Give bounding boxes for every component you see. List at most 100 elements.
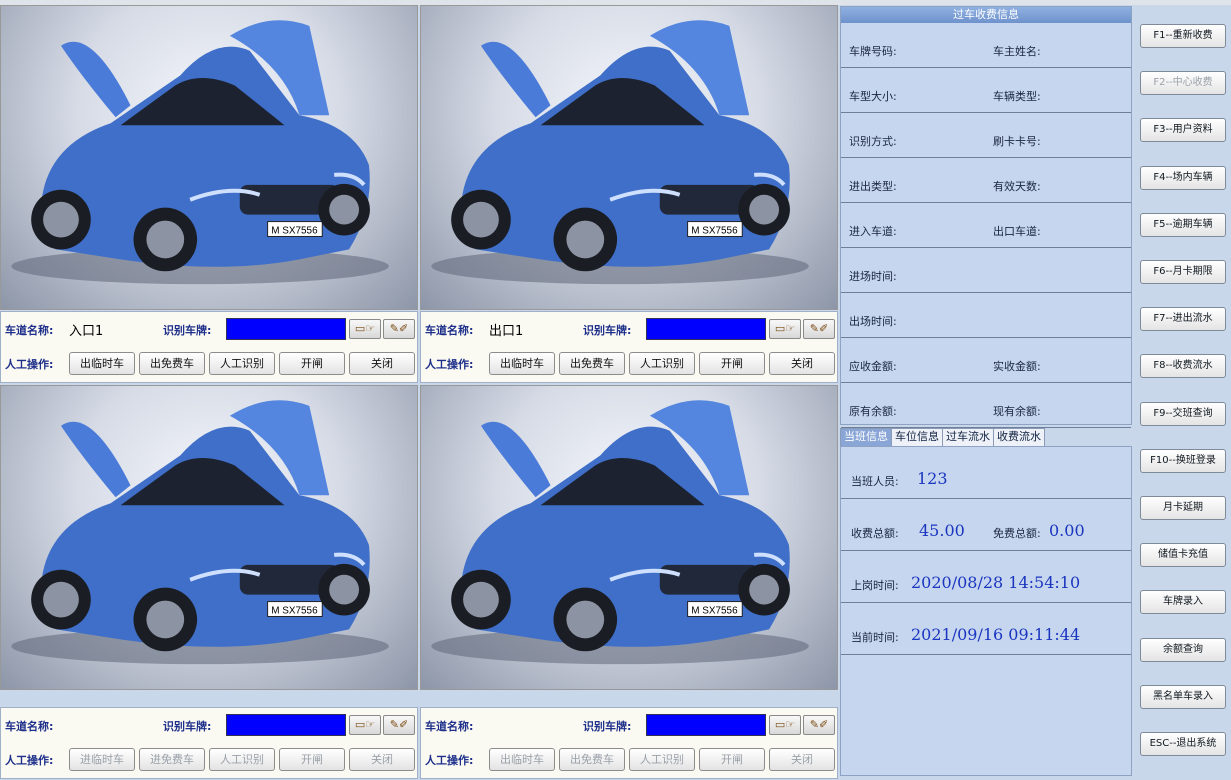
lane-name-label: 车道名称: <box>425 720 474 733</box>
side-button-4[interactable]: F4--场内车辆 <box>1140 165 1226 190</box>
manual-op-row: 人工操作: 进临时车 进免费车 人工识别 开闸 关闭 <box>1 746 417 774</box>
lane-info-row: 车道名称: 识别车牌: ▭☞ ✎✐ <box>421 712 837 740</box>
side-button-6[interactable]: F6--月卡期限 <box>1140 260 1226 284</box>
operator-value: 123 <box>917 469 948 488</box>
car-image: M SX7556 <box>431 400 809 665</box>
op-button-1[interactable]: 进临时车 <box>69 748 135 771</box>
tab-1[interactable]: 当班信息 <box>840 428 892 446</box>
side-button-2[interactable]: F2--中心收费 <box>1140 71 1226 96</box>
login-time-value: 2020/08/28 14:54:10 <box>911 573 1081 592</box>
side-button-1[interactable]: F1--重新收费 <box>1140 24 1226 48</box>
function-sidebar: F1--重新收费 F2--中心收费 F3--用户资料 F4--场内车辆 F5--逾期车辆… <box>1134 6 1231 776</box>
side-button-8[interactable]: F8--收费流水 <box>1140 354 1226 379</box>
op-button-2[interactable]: 进免费车 <box>139 748 205 771</box>
free-value: 0.00 <box>1049 521 1085 540</box>
info-panel-title: 过车收费信息 <box>841 7 1131 23</box>
info-field-label: 车型大小: <box>849 90 897 103</box>
side-button-11[interactable]: 月卡延期 <box>1140 496 1226 520</box>
passing-fee-info-panel: 过车收费信息 车牌号码: 车主姓名: 车型大小: 车辆类型: 识别方式: 刷卡卡号:… <box>840 6 1132 428</box>
tab-4[interactable]: 收费流水 <box>993 428 1045 446</box>
operator-row: 当班人员: 123 <box>841 447 1131 499</box>
svg-text:M SX7556: M SX7556 <box>691 225 738 236</box>
manual-op-row: 人工操作: 出临时车 出免费车 人工识别 开闸 关闭 <box>421 746 837 774</box>
info-tabs: 当班信息 车位信息 过车流水 收费流水 <box>840 428 1132 446</box>
camera-view-lane-3: M SX7556 <box>0 385 418 690</box>
lane-panel-2: 车道名称: 出口1 识别车牌: ▭☞ ✎✐ 人工操作: 出临时车 出免费车 人工识别… <box>420 311 838 383</box>
op-button-5[interactable]: 关闭 <box>349 748 415 771</box>
op-button-4[interactable]: 开闸 <box>279 748 345 771</box>
side-button-15[interactable]: 黑名单车录入 <box>1140 684 1226 709</box>
tab-2[interactable]: 车位信息 <box>891 428 943 446</box>
side-button-14[interactable]: 余额查询 <box>1140 637 1226 662</box>
info-field-label: 识别方式: <box>849 135 897 148</box>
op-button-5[interactable]: 关闭 <box>349 352 415 375</box>
car-image: M SX7556 <box>431 20 809 285</box>
capture-icon[interactable]: ▭☞ <box>349 715 381 735</box>
side-button-5[interactable]: F5--逾期车辆 <box>1140 212 1226 237</box>
op-button-4[interactable]: 开闸 <box>699 748 765 771</box>
info-field-label: 出口车道: <box>993 225 1041 238</box>
edit-plate-icon[interactable]: ✎✐ <box>383 319 415 339</box>
info-row: 原有余额: 现有余额: <box>841 383 1131 428</box>
plate-display <box>226 318 346 340</box>
side-button-9[interactable]: F9--交班查询 <box>1140 401 1226 426</box>
info-row: 进场时间: <box>841 248 1131 293</box>
lane-name-value: 出口1 <box>489 324 524 339</box>
op-button-1[interactable]: 出临时车 <box>69 352 135 375</box>
lane-panel-4: 车道名称: 识别车牌: ▭☞ ✎✐ 人工操作: 出临时车 出免费车 人工识别 开闸 关闭 <box>420 707 838 779</box>
op-button-4[interactable]: 开闸 <box>699 352 765 375</box>
side-button-13[interactable]: 车牌录入 <box>1140 590 1226 615</box>
info-row: 进出类型: 有效天数: <box>841 158 1131 203</box>
op-button-2[interactable]: 出免费车 <box>139 352 205 375</box>
manual-op-label: 人工操作: <box>5 754 54 767</box>
lane-name-label: 车道名称: <box>425 324 474 337</box>
side-button-10[interactable]: F10--换班登录 <box>1140 448 1226 473</box>
op-button-2[interactable]: 出免费车 <box>559 352 625 375</box>
lane-info-row: 车道名称: 出口1 识别车牌: ▭☞ ✎✐ <box>421 316 837 344</box>
current-time-label: 当前时间: <box>851 631 899 644</box>
lane-name-label: 车道名称: <box>5 324 54 337</box>
lane-panel-1: 车道名称: 入口1 识别车牌: ▭☞ ✎✐ 人工操作: 出临时车 出免费车 人工识别… <box>0 311 418 383</box>
free-label: 免费总额: <box>993 527 1041 540</box>
op-button-5[interactable]: 关闭 <box>769 748 835 771</box>
capture-icon[interactable]: ▭☞ <box>769 715 801 735</box>
plate-display <box>646 318 766 340</box>
plate-label: 识别车牌: <box>163 324 212 337</box>
side-button-16[interactable]: ESC--退出系统 <box>1140 732 1226 756</box>
op-button-3[interactable]: 人工识别 <box>209 748 275 771</box>
info-field-label: 现有余额: <box>993 405 1041 418</box>
op-button-1[interactable]: 出临时车 <box>489 748 555 771</box>
op-button-3[interactable]: 人工识别 <box>629 748 695 771</box>
op-button-3[interactable]: 人工识别 <box>629 352 695 375</box>
side-button-12[interactable]: 储值卡充值 <box>1140 543 1226 568</box>
info-field-label: 进入车道: <box>849 225 897 238</box>
lane-name-label: 车道名称: <box>5 720 54 733</box>
edit-plate-icon[interactable]: ✎✐ <box>383 715 415 735</box>
op-button-1[interactable]: 出临时车 <box>489 352 555 375</box>
camera-view-lane-4: M SX7556 <box>420 385 838 690</box>
op-button-5[interactable]: 关闭 <box>769 352 835 375</box>
edit-plate-icon[interactable]: ✎✐ <box>803 319 835 339</box>
plate-label: 识别车牌: <box>583 720 632 733</box>
svg-text:M SX7556: M SX7556 <box>691 605 738 616</box>
svg-text:M SX7556: M SX7556 <box>271 605 318 616</box>
info-row: 识别方式: 刷卡卡号: <box>841 113 1131 158</box>
capture-icon[interactable]: ▭☞ <box>349 319 381 339</box>
side-button-3[interactable]: F3--用户资料 <box>1140 118 1226 143</box>
edit-plate-icon[interactable]: ✎✐ <box>803 715 835 735</box>
info-row: 车型大小: 车辆类型: <box>841 68 1131 113</box>
car-image: M SX7556 <box>11 20 389 285</box>
tab-3[interactable]: 过车流水 <box>942 428 994 446</box>
op-button-4[interactable]: 开闸 <box>279 352 345 375</box>
camera-view-lane-1: M SX7556 <box>0 5 418 310</box>
svg-text:M SX7556: M SX7556 <box>271 225 318 236</box>
camera-view-lane-2: M SX7556 <box>420 5 838 310</box>
info-field-label: 车辆类型: <box>993 90 1041 103</box>
plate-display <box>646 714 766 736</box>
op-button-2[interactable]: 出免费车 <box>559 748 625 771</box>
op-button-3[interactable]: 人工识别 <box>209 352 275 375</box>
lane-name-value: 入口1 <box>69 324 104 339</box>
lane-panel-3: 车道名称: 识别车牌: ▭☞ ✎✐ 人工操作: 进临时车 进免费车 人工识别 开闸 关闭 <box>0 707 418 779</box>
side-button-7[interactable]: F7--进出流水 <box>1140 307 1226 332</box>
capture-icon[interactable]: ▭☞ <box>769 319 801 339</box>
